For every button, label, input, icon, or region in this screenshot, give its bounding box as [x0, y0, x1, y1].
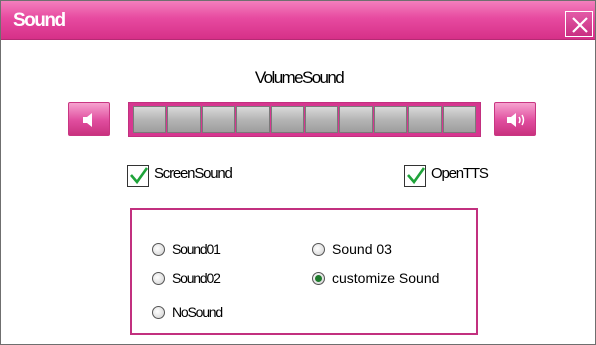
volume-segment[interactable] [201, 106, 236, 133]
volume-up-button[interactable] [494, 102, 536, 136]
volume-segment[interactable] [408, 106, 442, 133]
volume-segment[interactable] [442, 106, 477, 133]
speaker-high-icon [507, 113, 525, 127]
radio-button[interactable] [152, 271, 165, 285]
radio-option-customize-sound[interactable]: customize Sound [312, 270, 439, 286]
volume-segment[interactable] [270, 106, 305, 133]
radio-button[interactable] [152, 305, 165, 319]
volume-segment[interactable] [339, 106, 373, 133]
volume-segment[interactable] [236, 106, 270, 133]
volume-segment[interactable] [373, 106, 408, 133]
open-tts-checkbox[interactable] [404, 165, 426, 187]
volume-title: VolumeSound [254, 68, 345, 87]
volume-segment[interactable] [305, 106, 339, 133]
title-bar: Sound [1, 1, 595, 40]
close-button[interactable] [565, 11, 593, 37]
radio-label: NoSound [172, 304, 223, 320]
radio-button[interactable] [152, 242, 165, 256]
radio-option-sound03[interactable]: Sound 03 [312, 241, 392, 257]
radio-label: customize Sound [332, 270, 440, 286]
sound-dialog: Sound VolumeSound ScreenSound OpenTTS So… [0, 0, 596, 345]
radio-button-selected[interactable] [312, 271, 325, 285]
volume-down-button[interactable] [68, 102, 110, 136]
close-icon [572, 17, 588, 33]
volume-slider[interactable] [128, 102, 481, 137]
sound-selection-group: Sound01 Sound02 NoSound Sound 03 customi… [130, 208, 478, 335]
radio-option-sound02[interactable]: Sound02 [152, 270, 221, 286]
window-title: Sound [13, 10, 66, 31]
radio-label: Sound 03 [332, 241, 392, 257]
radio-label: Sound02 [172, 270, 221, 286]
speaker-low-icon [83, 113, 92, 127]
screen-sound-checkbox[interactable] [127, 165, 149, 187]
radio-label: Sound01 [172, 241, 221, 257]
volume-segment[interactable] [167, 106, 201, 133]
volume-segment[interactable] [133, 106, 167, 133]
radio-button[interactable] [312, 242, 325, 256]
open-tts-label: OpenTTS [431, 165, 489, 182]
radio-option-nosound[interactable]: NoSound [152, 304, 223, 320]
checkmark-icon [407, 167, 426, 185]
screen-sound-label: ScreenSound [154, 165, 233, 182]
radio-option-sound01[interactable]: Sound01 [152, 241, 221, 257]
checkmark-icon [130, 167, 149, 185]
